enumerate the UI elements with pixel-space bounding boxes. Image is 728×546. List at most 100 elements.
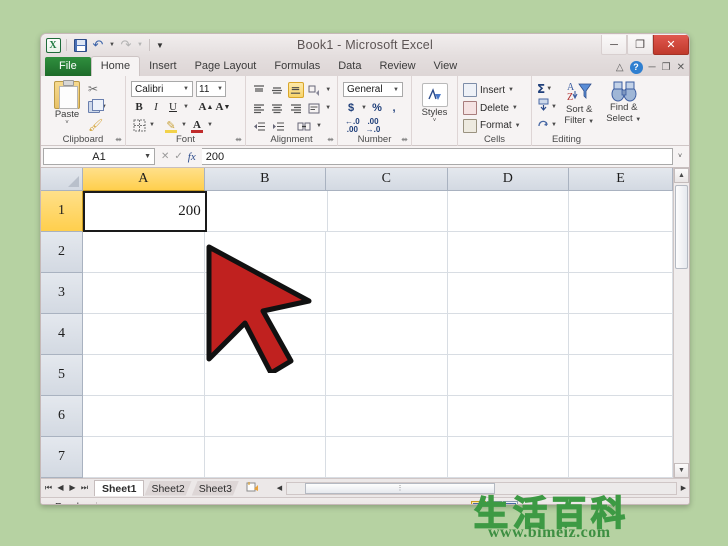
horizontal-scroll-thumb[interactable]: ⋮ <box>305 482 495 494</box>
vertical-scrollbar[interactable]: ▲ ▼ <box>673 168 689 478</box>
tab-home[interactable]: Home <box>90 56 141 76</box>
underline-dropdown-icon[interactable]: ▼ <box>182 99 190 115</box>
find-select-button[interactable]: Find & Select ▼ <box>601 79 646 134</box>
decrease-indent-button[interactable] <box>251 118 268 134</box>
find-select-dropdown-icon[interactable]: ▼ <box>635 117 641 123</box>
cell-b2[interactable] <box>204 232 326 273</box>
paste-dropdown-icon[interactable]: ˅ <box>46 120 88 126</box>
name-box-dropdown-icon[interactable]: ▼ <box>144 153 151 160</box>
increase-indent-button[interactable] <box>270 118 287 134</box>
tab-file[interactable]: File <box>45 57 91 76</box>
orientation-dropdown-icon[interactable]: ▼ <box>324 82 332 98</box>
ribbon-restore-icon[interactable]: ❐ <box>662 62 671 73</box>
page-layout-view-button[interactable] <box>487 500 502 504</box>
italic-button[interactable]: I <box>148 99 164 115</box>
column-header-a[interactable]: A <box>83 168 205 191</box>
cell-d7[interactable] <box>447 437 569 478</box>
help-icon[interactable]: ? <box>629 61 643 74</box>
merge-center-button[interactable] <box>296 118 313 134</box>
clear-button[interactable]: ▼ <box>537 117 557 133</box>
cell-a7[interactable] <box>83 437 205 478</box>
row-header-3[interactable]: 3 <box>41 273 83 314</box>
fill-color-button[interactable]: ✎ <box>163 117 179 133</box>
sheet-tab-sheet1[interactable]: Sheet1 <box>94 480 145 496</box>
row-header-7[interactable]: 7 <box>41 437 83 478</box>
delete-cells-button[interactable]: Delete ▼ <box>463 100 526 117</box>
cell-d4[interactable] <box>447 314 569 355</box>
cell-d6[interactable] <box>447 396 569 437</box>
vertical-scroll-thumb[interactable] <box>675 185 688 269</box>
cell-e3[interactable] <box>569 273 673 314</box>
prev-sheet-button[interactable]: ◀ <box>55 483 66 493</box>
underline-button[interactable]: U <box>165 99 181 115</box>
cell-a6[interactable] <box>83 396 205 437</box>
column-header-e[interactable]: E <box>569 168 673 191</box>
cell-e4[interactable] <box>569 314 673 355</box>
insert-worksheet-icon[interactable] <box>239 481 266 496</box>
formula-input[interactable]: 200 <box>201 148 673 165</box>
cell-e1[interactable] <box>569 191 673 232</box>
row-header-5[interactable]: 5 <box>41 355 83 396</box>
font-size-input[interactable]: 11 ▼ <box>196 81 226 97</box>
page-break-view-button[interactable] <box>503 500 518 504</box>
hscroll-left-button[interactable]: ◀ <box>274 484 285 492</box>
cell-b6[interactable] <box>204 396 326 437</box>
cell-c7[interactable] <box>326 437 448 478</box>
decrease-decimal-button[interactable]: .00 →.0 <box>366 118 381 134</box>
ribbon-minimize-icon[interactable]: ─ <box>649 62 656 73</box>
grow-font-button[interactable]: A ▲ <box>198 99 214 115</box>
copy-button[interactable]: ▼ <box>88 99 107 115</box>
next-sheet-button[interactable]: ▶ <box>67 483 78 493</box>
tab-review[interactable]: Review <box>370 57 424 76</box>
delete-dropdown-icon[interactable]: ▼ <box>512 105 518 111</box>
enter-formula-icon[interactable]: ✓ <box>174 151 182 162</box>
minimize-button[interactable]: ─ <box>601 35 627 55</box>
font-color-button[interactable]: A <box>189 117 205 133</box>
borders-button[interactable] <box>131 117 147 133</box>
cell-b7[interactable] <box>204 437 326 478</box>
select-all-corner[interactable] <box>41 168 83 191</box>
paste-button[interactable]: Paste ˅ <box>46 79 88 134</box>
currency-dropdown-icon[interactable]: ▼ <box>360 100 368 115</box>
sheet-tab-sheet3[interactable]: Sheet3 <box>192 481 239 496</box>
cell-b3[interactable] <box>204 273 326 314</box>
cancel-formula-icon[interactable]: ✕ <box>161 151 169 162</box>
cell-e6[interactable] <box>569 396 673 437</box>
tab-insert[interactable]: Insert <box>140 57 186 76</box>
percent-button[interactable]: % <box>369 100 385 115</box>
font-color-dropdown-icon[interactable]: ▼ <box>206 117 214 133</box>
horizontal-scroll-track[interactable]: ⋮ <box>286 481 677 495</box>
insert-dropdown-icon[interactable]: ▼ <box>508 87 514 93</box>
sort-filter-button[interactable]: A Z Sort & Filter ▼ <box>557 79 602 134</box>
row-header-1[interactable]: 1 <box>41 191 83 232</box>
shrink-font-button[interactable]: A ▼ <box>215 99 231 115</box>
tab-view[interactable]: View <box>425 57 467 76</box>
expand-formula-bar-icon[interactable]: ˅ <box>673 153 687 160</box>
cell-d2[interactable] <box>447 232 569 273</box>
insert-function-icon[interactable]: fx <box>188 151 196 163</box>
tab-data[interactable]: Data <box>329 57 370 76</box>
styles-button[interactable]: Styles ˅ <box>417 79 452 124</box>
format-painter-button[interactable]: 🖌 <box>88 117 107 133</box>
orientation-button[interactable] <box>306 82 322 98</box>
align-left-button[interactable] <box>251 100 267 116</box>
cell-d1[interactable] <box>448 191 569 232</box>
autosum-dropdown-icon[interactable]: ▼ <box>546 86 552 92</box>
number-format-select[interactable]: General ▼ <box>343 82 403 97</box>
cell-d5[interactable] <box>447 355 569 396</box>
cell-a1[interactable]: 200 <box>83 191 207 232</box>
minimize-ribbon-icon[interactable]: △ <box>616 62 624 73</box>
cell-e5[interactable] <box>569 355 673 396</box>
align-center-button[interactable] <box>269 100 285 116</box>
cell-b1[interactable] <box>206 191 328 232</box>
last-sheet-button[interactable]: ⏭ <box>79 483 90 493</box>
comma-button[interactable]: , <box>386 100 402 115</box>
bottom-align-button[interactable] <box>287 82 305 98</box>
cell-c1[interactable] <box>327 191 449 232</box>
name-box[interactable]: A1 ▼ <box>43 148 155 165</box>
cut-button[interactable]: ✂ <box>88 81 107 97</box>
align-right-button[interactable] <box>288 100 304 116</box>
insert-cells-button[interactable]: Insert ▼ <box>463 82 526 99</box>
normal-view-button[interactable] <box>471 500 486 504</box>
fill-button[interactable]: ▼ <box>537 98 557 115</box>
